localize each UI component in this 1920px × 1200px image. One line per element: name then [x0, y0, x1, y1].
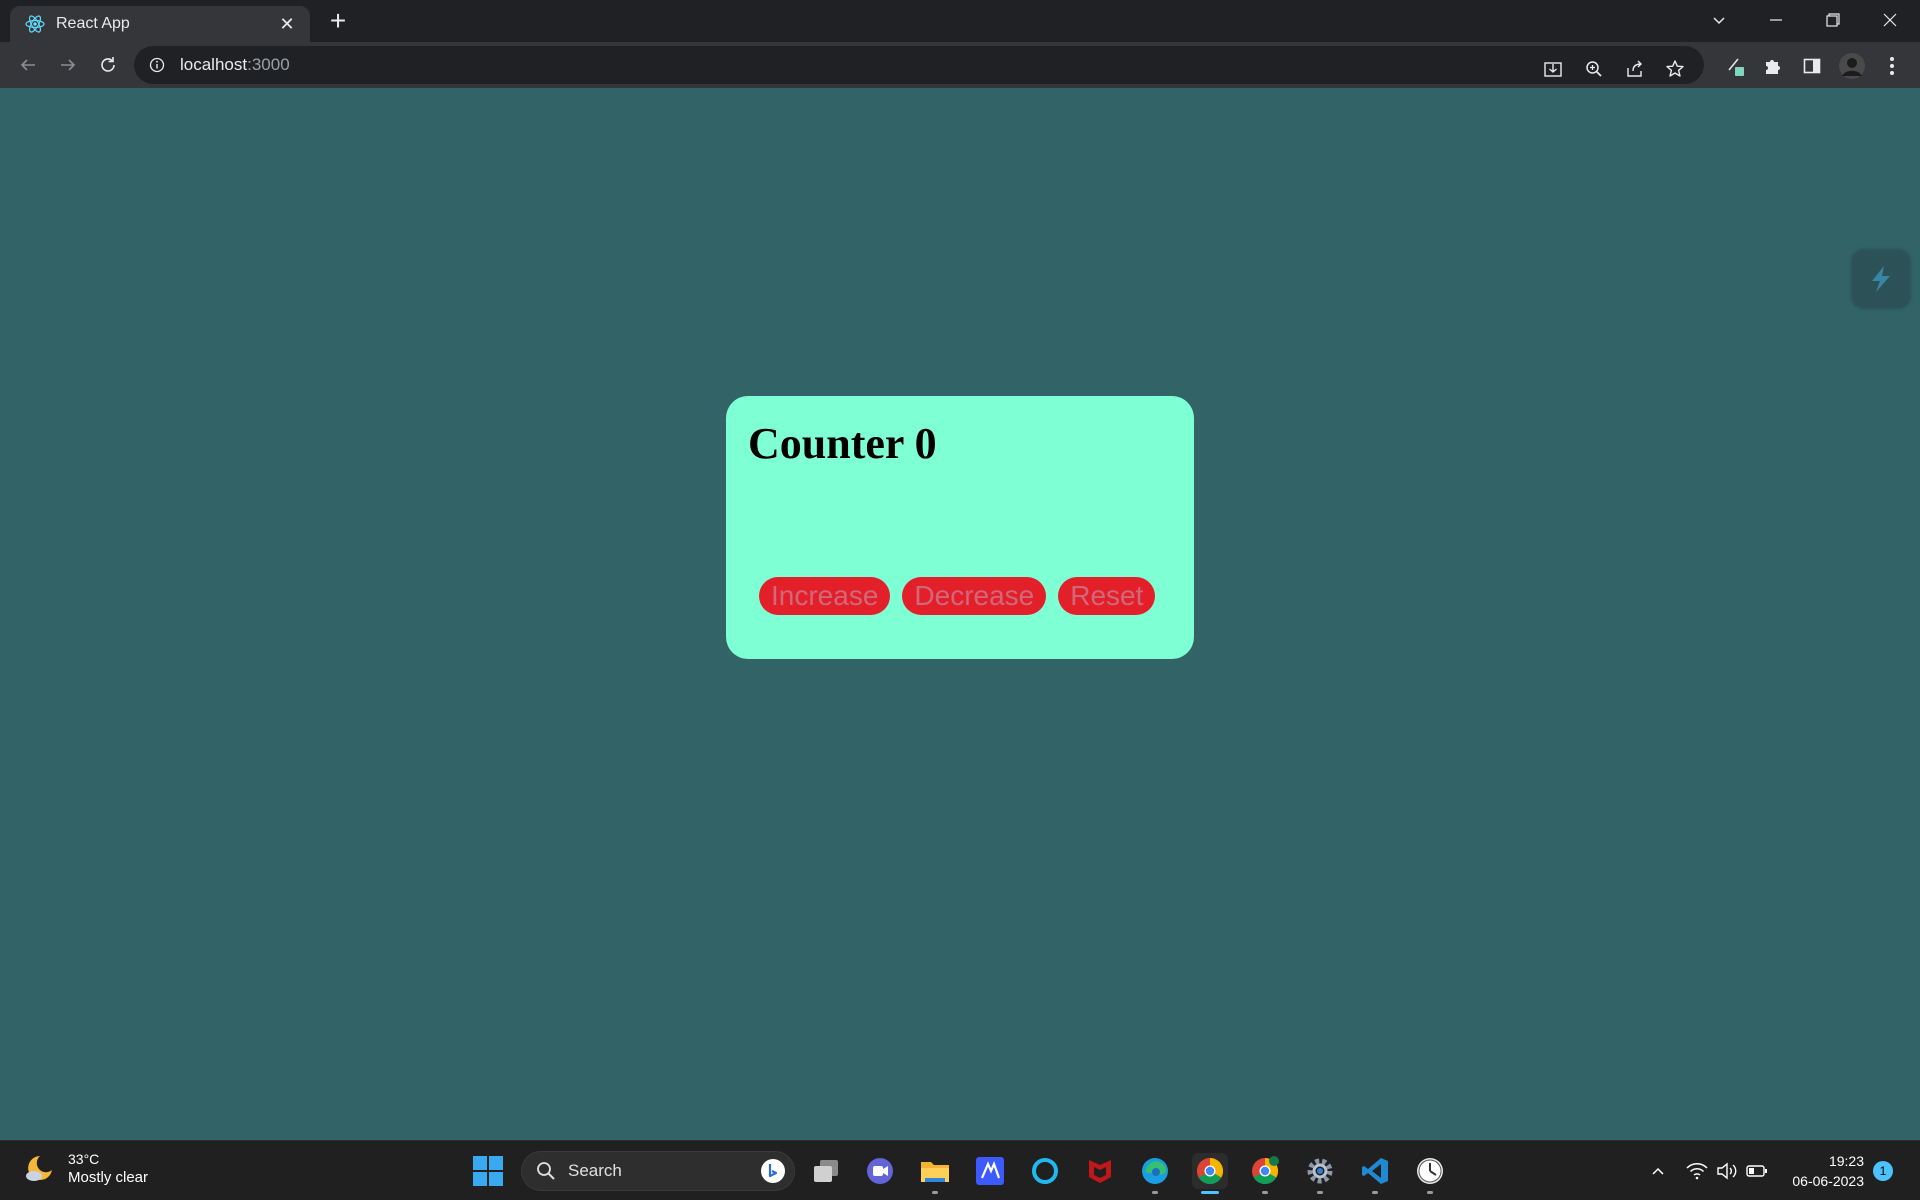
cortana-icon[interactable]	[1027, 1153, 1063, 1189]
taskbar: 33°C Mostly clear Search 19:23 06-06-202…	[0, 1140, 1920, 1200]
decrease-button[interactable]: Decrease	[902, 577, 1047, 615]
taskbar-search[interactable]: Search	[521, 1151, 795, 1191]
clock-app-icon[interactable]	[1412, 1153, 1448, 1189]
profile-avatar[interactable]	[1837, 51, 1867, 81]
close-icon[interactable]	[1862, 0, 1918, 40]
file-explorer-icon[interactable]	[917, 1153, 953, 1189]
install-app-icon[interactable]	[1539, 55, 1567, 83]
chevron-up-icon[interactable]	[1646, 1159, 1670, 1183]
zoom-icon[interactable]	[1580, 55, 1608, 83]
react-icon	[24, 13, 46, 35]
search-icon	[537, 1162, 555, 1180]
reload-icon[interactable]	[92, 49, 124, 81]
edge-icon[interactable]	[1137, 1153, 1173, 1189]
address-host: localhost	[180, 55, 248, 74]
running-indicator	[1152, 1191, 1158, 1194]
windows-start-icon[interactable]	[472, 1155, 504, 1187]
counter-card: Counter 0 Increase Decrease Reset	[726, 396, 1194, 659]
site-info-icon[interactable]	[148, 56, 166, 74]
restore-icon[interactable]	[1805, 0, 1861, 40]
back-icon[interactable]	[12, 49, 44, 81]
weather-widget[interactable]: 33°C Mostly clear	[22, 1151, 148, 1186]
lightning-icon	[1872, 266, 1890, 292]
address-bar[interactable]: localhost:3000	[134, 46, 1704, 84]
browser-tab[interactable]: React App ✕	[10, 6, 310, 42]
extension-pen-icon[interactable]	[1720, 51, 1750, 81]
running-indicator	[1262, 1191, 1268, 1194]
settings-icon[interactable]	[1302, 1153, 1338, 1189]
running-indicator	[932, 1191, 938, 1194]
chrome-icon[interactable]	[1192, 1153, 1228, 1189]
volume-icon[interactable]	[1715, 1159, 1739, 1183]
forward-icon[interactable]	[52, 49, 84, 81]
running-indicator	[1427, 1191, 1433, 1194]
bookmark-star-icon[interactable]	[1661, 55, 1689, 83]
weather-condition: Mostly clear	[68, 1169, 149, 1186]
active-indicator	[1201, 1191, 1219, 1194]
address-port: :3000	[247, 55, 290, 74]
search-label: Search	[568, 1161, 622, 1180]
minimize-icon[interactable]	[1748, 0, 1804, 40]
clock-time: 19:23	[1828, 1153, 1864, 1169]
chrome-profile-icon[interactable]	[1247, 1153, 1283, 1189]
browser-toolbar: localhost:3000	[0, 42, 1920, 88]
extensions-puzzle-icon[interactable]	[1758, 51, 1788, 81]
chat-icon[interactable]	[862, 1153, 898, 1189]
counter-title: Counter 0	[748, 419, 937, 468]
moon-cloud-icon	[26, 1155, 52, 1181]
increase-button[interactable]: Increase	[759, 577, 891, 615]
task-view-icon[interactable]	[808, 1153, 844, 1189]
tab-search-icon[interactable]	[1691, 0, 1747, 40]
wifi-icon[interactable]	[1685, 1159, 1709, 1183]
tab-close-icon[interactable]: ✕	[276, 13, 298, 35]
tab-title: React App	[56, 15, 130, 32]
menu-kebab-icon[interactable]	[1877, 51, 1907, 81]
trello-icon[interactable]	[972, 1153, 1008, 1189]
battery-icon[interactable]	[1745, 1159, 1769, 1183]
reset-button[interactable]: Reset	[1058, 577, 1156, 615]
notification-badge[interactable]: 1	[1873, 1161, 1893, 1181]
running-indicator	[1372, 1191, 1378, 1194]
running-indicator	[1317, 1191, 1323, 1194]
vscode-icon[interactable]	[1357, 1153, 1393, 1189]
tab-strip: React App ✕ +	[0, 0, 1920, 42]
new-tab-button[interactable]: +	[324, 7, 352, 36]
share-icon[interactable]	[1621, 55, 1649, 83]
clock-date: 06-06-2023	[1792, 1173, 1864, 1189]
mcafee-icon[interactable]	[1082, 1153, 1118, 1189]
counter-buttons: Increase Decrease Reset	[759, 577, 1156, 615]
bing-icon[interactable]	[760, 1158, 786, 1184]
side-panel-icon[interactable]	[1797, 51, 1827, 81]
system-clock[interactable]: 19:23 06-06-2023	[1780, 1151, 1864, 1191]
floating-extension-widget[interactable]	[1852, 250, 1910, 308]
weather-temp: 33°C	[68, 1151, 100, 1167]
